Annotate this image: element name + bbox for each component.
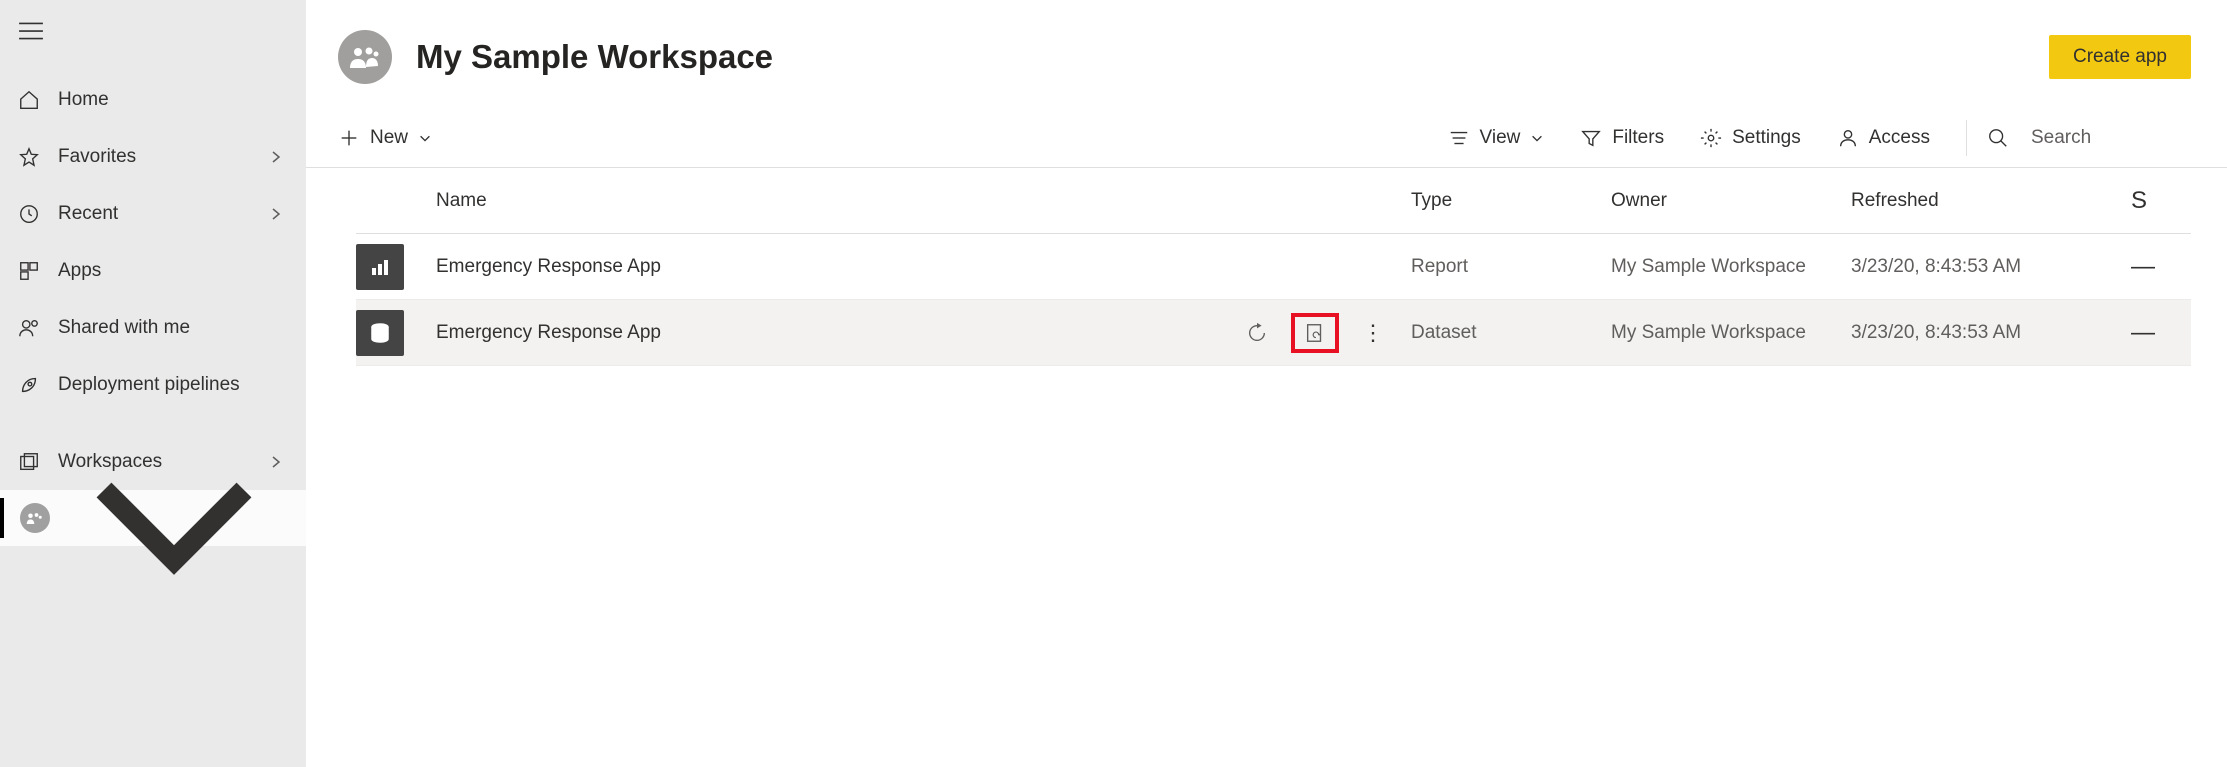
- header: My Sample Workspace Create app: [306, 0, 2227, 108]
- people-icon: [18, 317, 58, 339]
- hamburger-icon: [18, 20, 44, 42]
- sidebar-item-label: Recent: [58, 203, 268, 225]
- workspaces-icon: [18, 451, 58, 473]
- refresh-icon: [1246, 322, 1268, 344]
- report-icon: [356, 244, 404, 290]
- divider: [1966, 120, 1967, 156]
- home-icon: [18, 89, 58, 111]
- schedule-refresh-button[interactable]: [1301, 319, 1329, 347]
- sidebar-item-label: Apps: [58, 260, 284, 282]
- gear-icon: [1700, 127, 1722, 149]
- column-owner[interactable]: Owner: [1611, 190, 1851, 212]
- page-title: My Sample Workspace: [416, 38, 2049, 76]
- table-header: Name Type Owner Refreshed S: [356, 168, 2191, 234]
- table-row[interactable]: Emergency Response App ⋮: [356, 300, 2191, 366]
- view-label: View: [1480, 127, 1521, 149]
- column-refreshed[interactable]: Refreshed: [1851, 190, 2131, 212]
- sidebar-item-shared[interactable]: Shared with me: [0, 299, 306, 356]
- row-owner: My Sample Workspace: [1611, 256, 1851, 278]
- settings-label: Settings: [1732, 127, 1801, 149]
- column-name[interactable]: Name: [436, 190, 1211, 212]
- access-label: Access: [1869, 127, 1930, 149]
- create-app-button[interactable]: Create app: [2049, 35, 2191, 79]
- content-table: Name Type Owner Refreshed S Emergency Re…: [306, 168, 2227, 366]
- sidebar-item-apps[interactable]: Apps: [0, 242, 306, 299]
- people-group-icon: [348, 43, 382, 71]
- apps-icon: [18, 260, 58, 282]
- row-name[interactable]: Emergency Response App: [436, 322, 1211, 344]
- filters-button[interactable]: Filters: [1580, 108, 1664, 167]
- search-input[interactable]: [2031, 127, 2191, 149]
- sidebar-item-label: Shared with me: [58, 317, 284, 339]
- sidebar-item-recent[interactable]: Recent: [0, 185, 306, 242]
- table-row[interactable]: Emergency Response App Report My Sample …: [356, 234, 2191, 300]
- schedule-refresh-highlight: [1291, 313, 1339, 353]
- row-type: Report: [1411, 256, 1611, 278]
- settings-button[interactable]: Settings: [1700, 108, 1801, 167]
- schedule-refresh-icon: [1304, 322, 1326, 344]
- column-type[interactable]: Type: [1411, 190, 1611, 212]
- chevron-right-icon: [268, 149, 284, 165]
- view-icon: [1448, 127, 1470, 149]
- row-name[interactable]: Emergency Response App: [436, 256, 1211, 278]
- new-button[interactable]: New: [338, 108, 432, 167]
- sidebar-item-label: Deployment pipelines: [58, 374, 284, 396]
- row-type: Dataset: [1411, 322, 1611, 344]
- main: My Sample Workspace Create app New View …: [306, 0, 2227, 767]
- clock-icon: [18, 203, 58, 225]
- sidebar-item-favorites[interactable]: Favorites: [0, 128, 306, 185]
- sidebar: Home Favorites Recent Apps Shared with m…: [0, 0, 306, 767]
- toolbar: New View Filters Settings: [306, 108, 2227, 168]
- plus-icon: [338, 127, 360, 149]
- refresh-now-button[interactable]: [1243, 319, 1271, 347]
- column-sensitivity[interactable]: S: [2131, 187, 2191, 215]
- row-next: —: [2131, 253, 2191, 281]
- filter-icon: [1580, 127, 1602, 149]
- search-box[interactable]: [1987, 108, 2191, 167]
- sidebar-item-label: Home: [58, 89, 284, 111]
- workspace-avatar: [338, 30, 392, 84]
- row-refreshed: 3/23/20, 8:43:53 AM: [1851, 322, 2131, 344]
- person-icon: [1837, 127, 1859, 149]
- star-icon: [18, 146, 58, 168]
- row-refreshed: 3/23/20, 8:43:53 AM: [1851, 256, 2131, 278]
- chevron-down-icon: [418, 131, 432, 145]
- row-owner: My Sample Workspace: [1611, 322, 1851, 344]
- current-workspace[interactable]: My Sample Works...: [0, 490, 306, 546]
- filters-label: Filters: [1612, 127, 1664, 149]
- chevron-down-icon: [62, 406, 286, 630]
- rocket-icon: [18, 374, 58, 396]
- more-options-button[interactable]: ⋮: [1359, 319, 1387, 347]
- view-button[interactable]: View: [1448, 108, 1545, 167]
- hamburger-menu[interactable]: [0, 0, 60, 71]
- sidebar-item-home[interactable]: Home: [0, 71, 306, 128]
- search-icon: [1987, 127, 2009, 149]
- access-button[interactable]: Access: [1837, 108, 1930, 167]
- new-label: New: [370, 127, 408, 149]
- chevron-right-icon: [268, 206, 284, 222]
- workspace-avatar-icon: [20, 503, 50, 533]
- sidebar-item-pipelines[interactable]: Deployment pipelines: [0, 356, 306, 413]
- dataset-icon: [356, 310, 404, 356]
- sidebar-item-label: Favorites: [58, 146, 268, 168]
- chevron-down-icon: [1530, 131, 1544, 145]
- row-next: —: [2131, 319, 2191, 347]
